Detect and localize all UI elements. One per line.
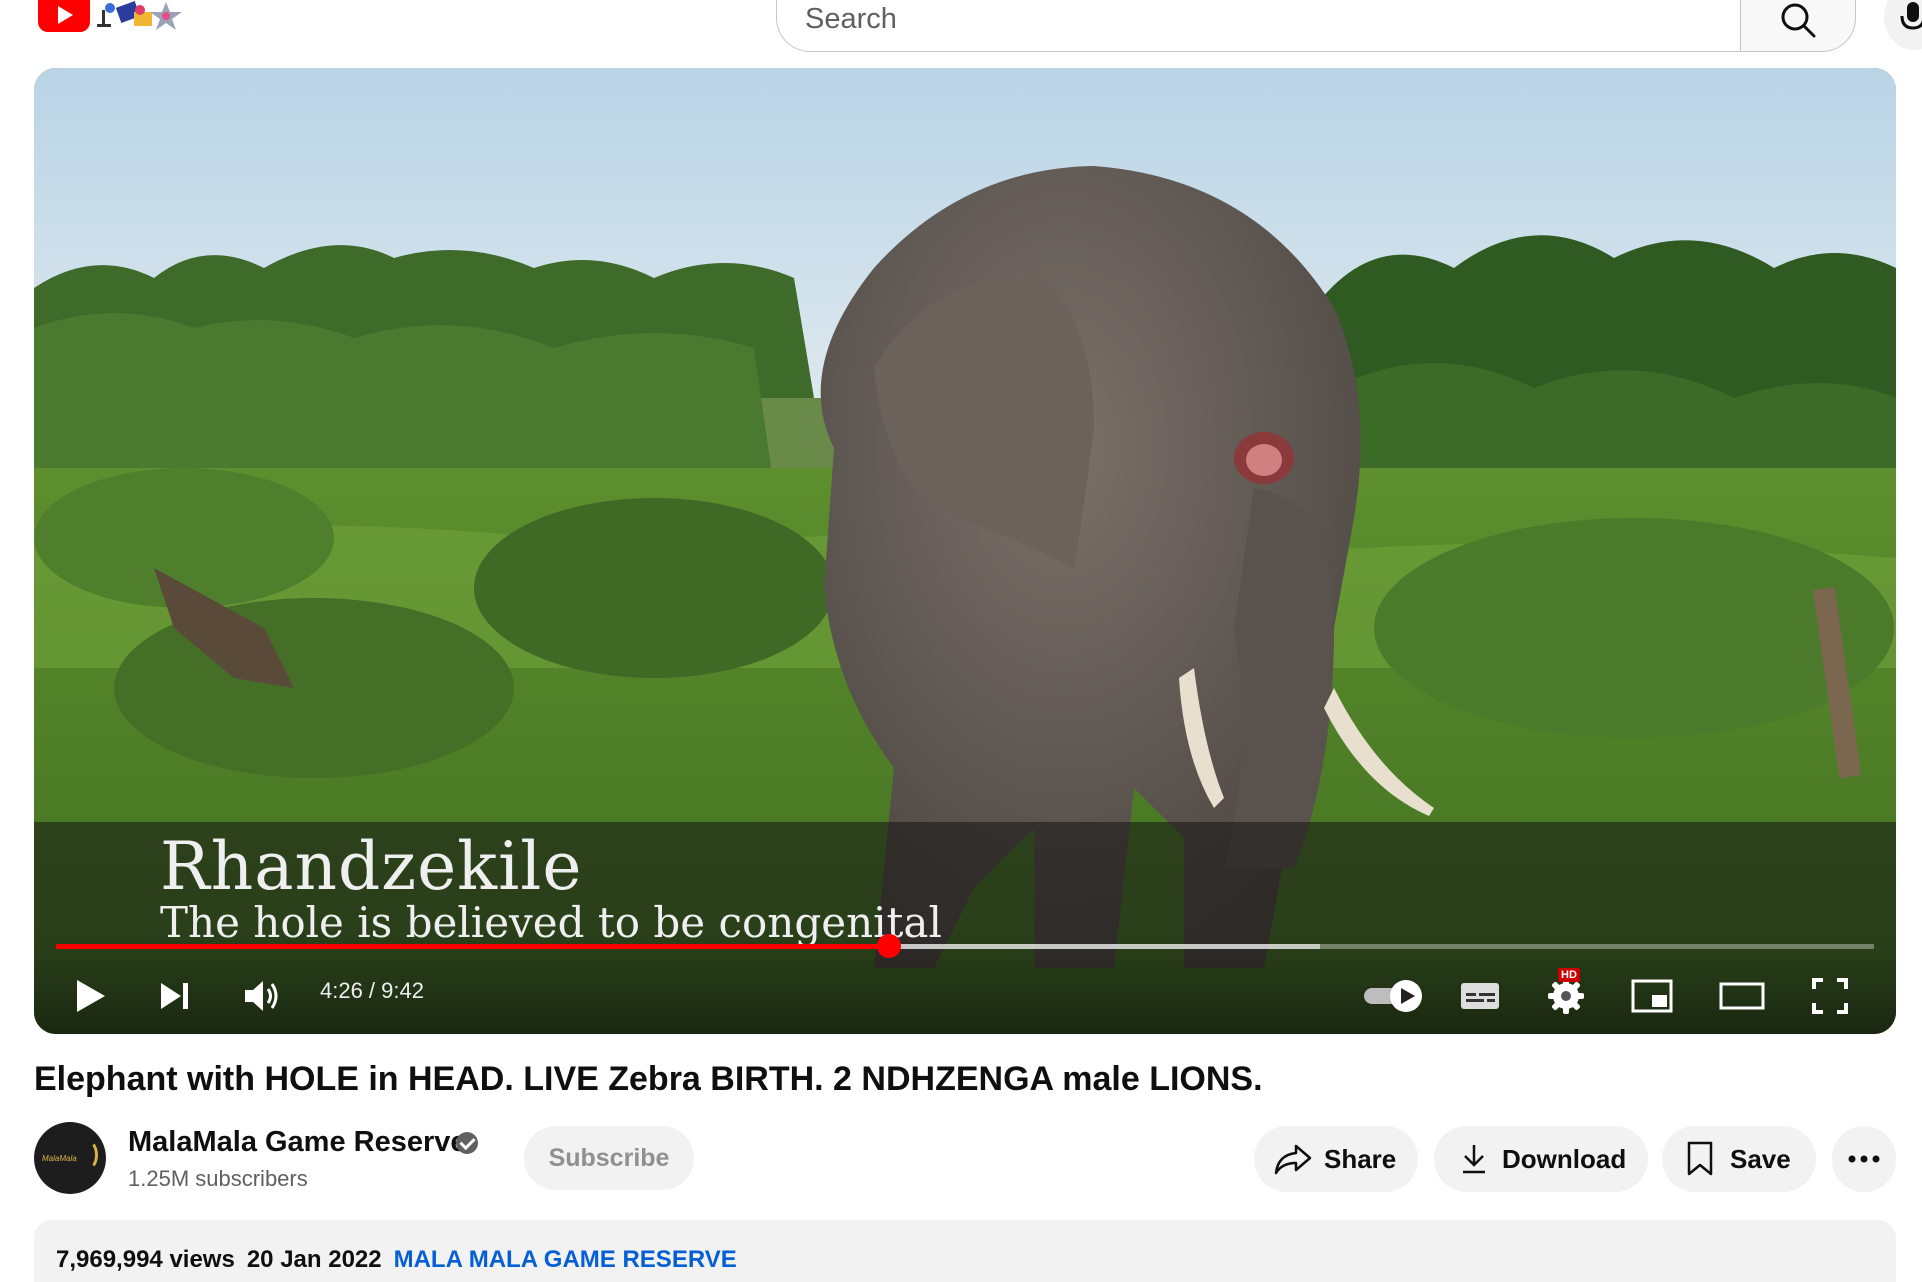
download-icon (1463, 1145, 1485, 1174)
next-button[interactable] (142, 968, 206, 1024)
progress-scrubber[interactable] (876, 934, 901, 958)
avatar-logo-text: MalaMala (42, 1154, 77, 1163)
verified-icon (456, 1132, 478, 1154)
download-button[interactable]: Download (1434, 1126, 1648, 1192)
upload-date: 20 Jan 2022 (246, 1246, 382, 1273)
theater-mode-button[interactable] (1706, 968, 1778, 1024)
next-icon (161, 983, 188, 1009)
view-count: 7,969,994 views (56, 1246, 235, 1273)
play-icon (77, 980, 105, 1012)
share-button[interactable]: Share (1254, 1126, 1418, 1192)
description-box[interactable]: 7,969,994 views 20 Jan 2022 MALA MALA GAME… (34, 1220, 1896, 1282)
autoplay-toggle-icon (1364, 980, 1422, 1012)
caption-name: Rhandzekile (160, 828, 583, 905)
youtube-logo-icon[interactable] (38, 0, 90, 32)
subscriber-count: 1.25M subscribers (128, 1166, 308, 1191)
share-icon (1274, 1144, 1312, 1175)
search-box[interactable] (776, 0, 1742, 52)
subtitles-icon (1461, 983, 1499, 1009)
search-button[interactable] (1740, 0, 1856, 52)
miniplayer-button[interactable] (1620, 968, 1684, 1024)
controls-gradient (34, 948, 1896, 1034)
hashtag-link[interactable]: MALA MALA GAME RESERVE (394, 1246, 737, 1273)
mic-icon (1900, 2, 1922, 30)
progress-played (56, 944, 889, 949)
voice-search-button[interactable] (1884, 0, 1922, 50)
settings-icon (1548, 978, 1584, 1014)
more-actions-button[interactable] (1832, 1126, 1896, 1192)
save-label: Save (1730, 1143, 1791, 1174)
volume-icon (245, 981, 278, 1011)
subscribe-button[interactable]: Subscribe (524, 1126, 694, 1190)
save-icon (1687, 1141, 1713, 1176)
video-player[interactable]: Rhandzekile The hole is believed to be c… (34, 68, 1896, 1034)
fullscreen-button[interactable] (1798, 968, 1862, 1024)
video-title: Elephant with HOLE in HEAD. LIVE Zebra B… (34, 1060, 1263, 1098)
subtitles-button[interactable] (1448, 968, 1512, 1024)
channel-avatar[interactable]: MalaMala (34, 1122, 106, 1194)
masthead (0, 0, 1922, 66)
play-button[interactable] (58, 968, 122, 1024)
avatar-swoosh-icon (78, 1140, 98, 1170)
theater-mode-icon (1719, 982, 1765, 1010)
hd-badge: HD (1558, 968, 1580, 982)
share-label: Share (1324, 1143, 1397, 1174)
doodle-logo-icon[interactable] (96, 0, 200, 34)
more-icon (1848, 1155, 1880, 1163)
volume-button[interactable] (230, 968, 294, 1024)
search-icon (1781, 3, 1816, 38)
miniplayer-icon (1631, 979, 1673, 1013)
channel-name[interactable]: MalaMala Game Reserve (128, 1126, 467, 1159)
autoplay-toggle[interactable] (1358, 968, 1430, 1024)
description-meta: 7,969,994 views 20 Jan 2022 MALA MALA GAME… (56, 1246, 737, 1274)
search-input[interactable] (805, 1, 1705, 37)
save-button[interactable]: Save (1662, 1126, 1816, 1192)
progress-bar[interactable] (56, 934, 1874, 958)
download-label: Download (1502, 1143, 1627, 1174)
caption-subtitle: The hole is believed to be congenital (160, 898, 942, 947)
settings-button[interactable]: HD (1534, 968, 1598, 1024)
fullscreen-icon (1812, 978, 1848, 1014)
time-display: 4:26 / 9:42 (320, 978, 424, 1003)
